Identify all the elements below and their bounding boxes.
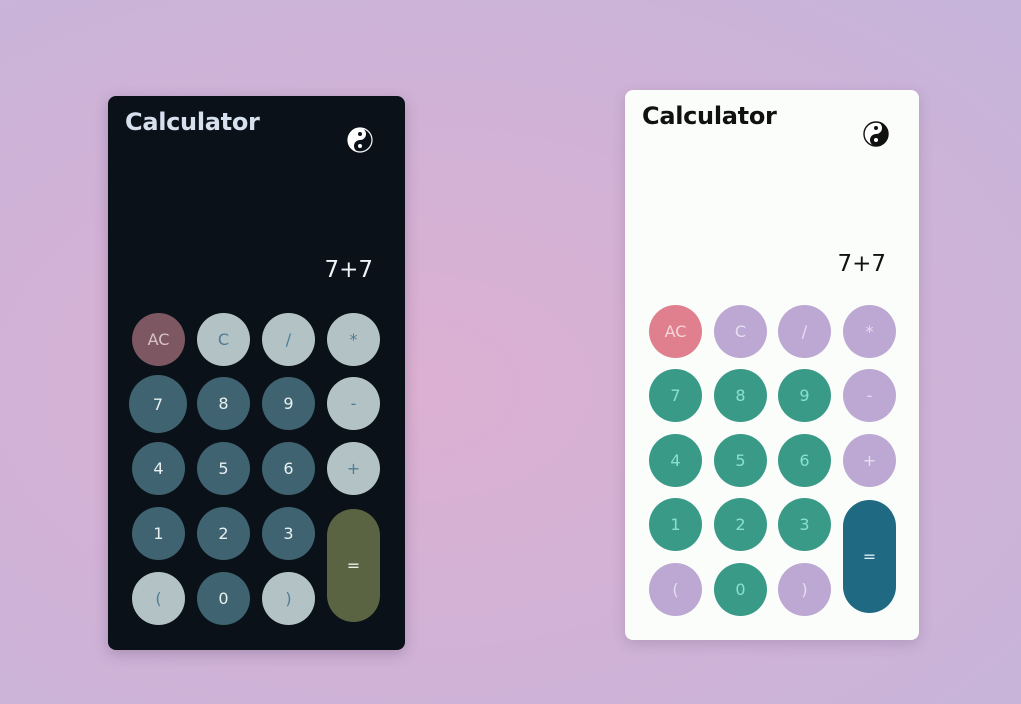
all-clear-button[interactable]: AC: [132, 313, 185, 366]
plus-button[interactable]: +: [843, 434, 896, 487]
digit-0-button[interactable]: 0: [197, 572, 250, 625]
digit-5-button[interactable]: 5: [197, 442, 250, 495]
digit-3-button[interactable]: 3: [262, 507, 315, 560]
digit-7-button[interactable]: 7: [129, 375, 187, 433]
digit-9-button[interactable]: 9: [778, 369, 831, 422]
equals-button[interactable]: =: [843, 500, 896, 613]
divide-button[interactable]: /: [262, 313, 315, 366]
calculator-title: Calculator: [642, 102, 777, 130]
digit-2-button[interactable]: 2: [714, 498, 767, 551]
multiply-button[interactable]: *: [843, 305, 896, 358]
open-paren-button[interactable]: (: [132, 572, 185, 625]
digit-4-button[interactable]: 4: [649, 434, 702, 487]
digit-6-button[interactable]: 6: [778, 434, 831, 487]
digit-7-button[interactable]: 7: [649, 369, 702, 422]
digit-9-button[interactable]: 9: [262, 377, 315, 430]
yin-yang-icon[interactable]: [347, 127, 373, 153]
digit-2-button[interactable]: 2: [197, 507, 250, 560]
digit-4-button[interactable]: 4: [132, 442, 185, 495]
display-expression: 7+7: [837, 251, 886, 277]
digit-1-button[interactable]: 1: [132, 507, 185, 560]
digit-5-button[interactable]: 5: [714, 434, 767, 487]
multiply-button[interactable]: *: [327, 313, 380, 366]
divide-button[interactable]: /: [778, 305, 831, 358]
digit-8-button[interactable]: 8: [197, 377, 250, 430]
plus-button[interactable]: +: [327, 442, 380, 495]
calculator-title: Calculator: [125, 108, 260, 136]
equals-button[interactable]: =: [327, 509, 380, 622]
all-clear-button[interactable]: AC: [649, 305, 702, 358]
minus-button[interactable]: -: [843, 369, 896, 422]
digit-8-button[interactable]: 8: [714, 369, 767, 422]
clear-button[interactable]: C: [197, 313, 250, 366]
close-paren-button[interactable]: ): [262, 572, 315, 625]
digit-3-button[interactable]: 3: [778, 498, 831, 551]
digit-6-button[interactable]: 6: [262, 442, 315, 495]
light-calculator: Calculator 7+7 AC C / * 7 8 9 - 4 5 6 + …: [625, 90, 919, 640]
digit-1-button[interactable]: 1: [649, 498, 702, 551]
open-paren-button[interactable]: (: [649, 563, 702, 616]
dark-calculator: Calculator 7+7 AC C / * 7 8 9 - 4 5 6 + …: [108, 96, 405, 650]
digit-0-button[interactable]: 0: [714, 563, 767, 616]
yin-yang-icon[interactable]: [863, 121, 889, 147]
clear-button[interactable]: C: [714, 305, 767, 358]
close-paren-button[interactable]: ): [778, 563, 831, 616]
minus-button[interactable]: -: [327, 377, 380, 430]
display-expression: 7+7: [324, 257, 373, 283]
